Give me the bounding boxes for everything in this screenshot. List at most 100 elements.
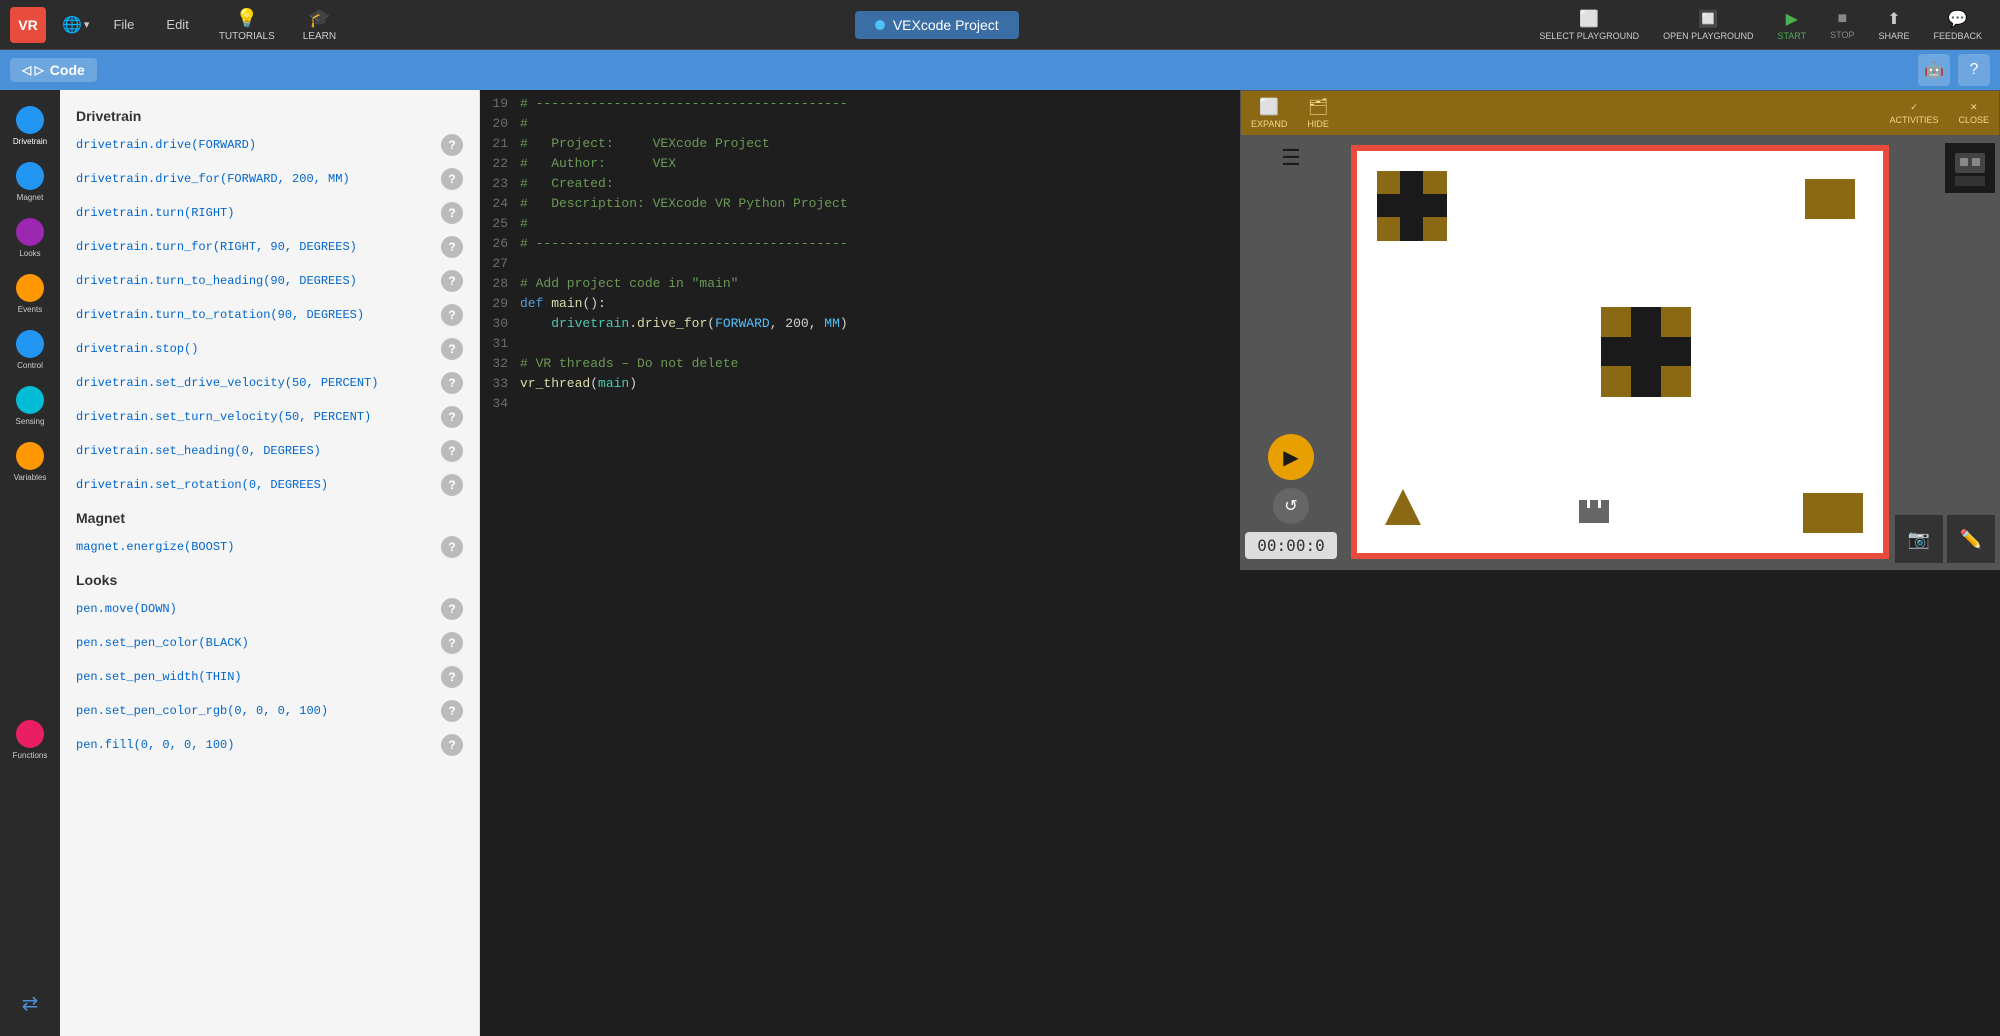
block-item[interactable]: drivetrain.set_heading(0, DEGREES) ? [60,434,479,468]
ai-icon: 🤖 [1924,60,1944,80]
help-btn[interactable]: ? [441,338,463,360]
magnet-label: Magnet [17,193,44,202]
close-icon: ✕ [1970,102,1978,113]
close-label: CLOSE [1958,115,1989,125]
start-label: START [1777,31,1806,41]
block-item[interactable]: drivetrain.turn_for(RIGHT, 90, DEGREES) … [60,230,479,264]
hide-button[interactable]: 🗂 HIDE [1307,97,1329,129]
block-item[interactable]: drivetrain.stop() ? [60,332,479,366]
help-btn[interactable]: ? [441,168,463,190]
code-editor[interactable]: 19 # -----------------------------------… [480,90,2000,1036]
sidebar-item-magnet[interactable]: Magnet [0,156,60,208]
close-button[interactable]: ✕ CLOSE [1958,102,1989,125]
block-item[interactable]: drivetrain.drive_for(FORWARD, 200, MM) ? [60,162,479,196]
playground-menu-icon[interactable]: ☰ [1281,145,1301,171]
open-playground-button[interactable]: 🔲 OPEN PLAYGROUND [1655,7,1761,43]
help-button[interactable]: ? [1958,54,1990,86]
pg-shape-rect-bottomright [1803,493,1863,533]
block-item[interactable]: pen.set_pen_width(THIN) ? [60,660,479,694]
edit-menu[interactable]: Edit [158,13,196,36]
block-item[interactable]: drivetrain.turn_to_heading(90, DEGREES) … [60,264,479,298]
edit-tool-button[interactable]: ✏️ [1947,515,1995,563]
help-btn[interactable]: ? [441,372,463,394]
variables-label: Variables [14,473,47,482]
block-item[interactable]: pen.set_pen_color_rgb(0, 0, 0, 100) ? [60,694,479,728]
help-btn[interactable]: ? [441,474,463,496]
help-btn[interactable]: ? [441,236,463,258]
looks-dot [16,218,44,246]
select-playground-button[interactable]: ⬜ SELECT PLAYGROUND [1531,7,1647,43]
share-button[interactable]: ⬆ SHARE [1870,7,1917,43]
help-btn[interactable]: ? [441,270,463,292]
learn-icon: 🎓 [308,8,330,29]
block-item[interactable]: magnet.energize(BOOST) ? [60,530,479,564]
feedback-button[interactable]: 💬 FEEDBACK [1925,7,1990,43]
pg-play-icon: ▶ [1283,445,1298,470]
block-item[interactable]: pen.move(DOWN) ? [60,592,479,626]
expand-button[interactable]: ⬜ EXPAND [1251,97,1287,129]
looks-section-title: Looks [60,564,479,592]
expand-label: EXPAND [1251,119,1287,129]
sidebar-item-sensing[interactable]: Sensing [0,380,60,432]
variables-dot [16,442,44,470]
block-item[interactable]: drivetrain.set_turn_velocity(50, PERCENT… [60,400,479,434]
overlay-panel: ⬜ EXPAND 🗂 HIDE ✓ ACTIVITIES ✕ CLOSE [1240,90,2000,570]
sidebar-extra-button[interactable]: ⇄ [22,991,39,1016]
pg-shape-castle [1574,488,1614,533]
sidebar-item-functions[interactable]: Functions [0,714,60,766]
ai-button[interactable]: 🤖 [1918,54,1950,86]
sidebar-item-looks[interactable]: Looks [0,212,60,264]
block-item[interactable]: drivetrain.set_rotation(0, DEGREES) ? [60,468,479,502]
sidebar-item-variables[interactable]: Variables [0,436,60,488]
learn-button[interactable]: 🎓 LEARN [297,6,342,44]
hide-icon: 🗂 [1308,97,1328,117]
code-tab[interactable]: ◁ ▷ Code [10,58,97,82]
pg-right-icons [1941,135,1999,201]
block-item[interactable]: drivetrain.turn(RIGHT) ? [60,196,479,230]
help-btn[interactable]: ? [441,304,463,326]
activities-icon: ✓ [1910,102,1918,113]
project-title-bar: VEXcode Project [358,11,1515,39]
events-label: Events [18,305,42,314]
stop-button[interactable]: ■ STOP [1822,8,1862,42]
pg-right-column: 📷 ✏️ [1899,135,1999,569]
open-playground-icon: 🔲 [1698,9,1718,29]
main-layout: Drivetrain Magnet Looks Events Control S… [0,90,2000,1036]
help-btn[interactable]: ? [441,700,463,722]
block-item[interactable]: pen.set_pen_color(BLACK) ? [60,626,479,660]
help-btn[interactable]: ? [441,440,463,462]
block-item[interactable]: pen.fill(0, 0, 0, 100) ? [60,728,479,762]
camera-tool-button[interactable]: 📷 [1895,515,1943,563]
pg-reset-button[interactable]: ↺ [1273,488,1309,524]
help-btn[interactable]: ? [441,632,463,654]
sidebar-item-events[interactable]: Events [0,268,60,320]
help-btn[interactable]: ? [441,406,463,428]
help-btn[interactable]: ? [441,598,463,620]
pg-left-column: ☰ ▶ ↺ 00:00:0 [1241,135,1341,569]
block-item[interactable]: drivetrain.drive(FORWARD) ? [60,128,479,162]
help-btn[interactable]: ? [441,134,463,156]
select-playground-icon: ⬜ [1579,9,1599,29]
activities-button[interactable]: ✓ ACTIVITIES [1889,102,1938,125]
project-status-dot [875,20,885,30]
sensing-label: Sensing [16,417,45,426]
sidebar-item-control[interactable]: Control [0,324,60,376]
sidebar-item-drivetrain[interactable]: Drivetrain [0,100,60,152]
expand-icon: ⬜ [1259,97,1279,117]
tutorials-button[interactable]: 💡 TUTORIALS [213,6,281,44]
start-button[interactable]: ▶ START [1769,7,1814,43]
block-list-panel: Drivetrain drivetrain.drive(FORWARD) ? d… [60,90,480,1036]
select-playground-label: SELECT PLAYGROUND [1539,31,1639,41]
pg-play-button[interactable]: ▶ [1268,434,1314,480]
help-btn[interactable]: ? [441,536,463,558]
help-btn[interactable]: ? [441,202,463,224]
help-btn[interactable]: ? [441,734,463,756]
file-menu[interactable]: File [105,13,142,36]
overlay-header: ⬜ EXPAND 🗂 HIDE ✓ ACTIVITIES ✕ CLOSE [1241,91,1999,135]
globe-button[interactable]: 🌐 ▾ [62,15,89,35]
block-item[interactable]: drivetrain.turn_to_rotation(90, DEGREES)… [60,298,479,332]
block-item[interactable]: drivetrain.set_drive_velocity(50, PERCEN… [60,366,479,400]
help-btn[interactable]: ? [441,666,463,688]
drivetrain-label: Drivetrain [13,137,47,146]
pg-shape-cross-center [1601,307,1691,397]
